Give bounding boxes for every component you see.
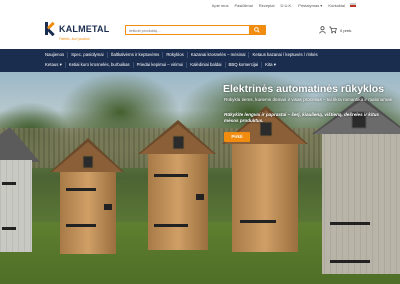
nav-item-grills[interactable]: Šaltkalvėms ir keptuvėms: [108, 52, 164, 58]
top-links: Apie mus Pasiūlimai Receptai D.U.K. Pris…: [212, 3, 345, 8]
site-header: KALMETAL Patirtis, kuri jaudina 0 prek.: [0, 13, 400, 49]
nav-item-other[interactable]: Kita ▾: [262, 62, 279, 68]
hero-buy-button[interactable]: Pirkti: [224, 132, 250, 142]
nav-item-special-offers[interactable]: Spec. pasiūlymai: [68, 52, 108, 58]
cart-icon[interactable]: [329, 26, 337, 34]
nav-item-cast-iron-kazans[interactable]: Ketaus kazanai / keptuvės / rinkės: [249, 52, 320, 58]
top-link-delivery[interactable]: Pristatymas ▾: [298, 3, 322, 8]
top-link-recipes[interactable]: Receptai: [259, 3, 275, 8]
top-link-about[interactable]: Apie mus: [212, 3, 229, 8]
search-input[interactable]: [129, 27, 241, 34]
hero-banner: [0, 72, 400, 284]
hero-text-overlay: [215, 150, 400, 230]
logo-tagline: Patirtis, kuri jaudina: [59, 37, 90, 41]
hero-description: Rūkykla tiems, kuriems dūmas ir visas pr…: [224, 97, 394, 102]
cart-label[interactable]: 0 prek.: [340, 28, 352, 33]
hero-highlight: Rūkykite lengvai ir paprastai – šerį, ki…: [224, 112, 379, 123]
nav-item-furniture[interactable]: Kalėdiniai baldai: [187, 62, 226, 68]
nav-item-news[interactable]: Naujienos: [45, 52, 69, 58]
nav-item-cast-iron[interactable]: Ketaus ▾: [45, 62, 66, 68]
nav-item-smokehouses[interactable]: Rūkyklos: [163, 52, 188, 58]
search-icon: [254, 27, 260, 33]
nav-item-accessories[interactable]: Priedai kepimui – virimui: [134, 62, 188, 68]
search-bar: [125, 25, 266, 35]
logo-text: KALMETAL: [59, 23, 110, 34]
nav-item-kazan-stoves[interactable]: Kazanai krosnelės – mėsinai: [188, 52, 250, 58]
nav-item-fuel-stoves[interactable]: Ketiai kuro krosnelės, burbuikas: [66, 62, 134, 68]
nav-row-2: Ketaus ▾ Ketiai kuro krosnelės, burbuika…: [45, 62, 279, 68]
nav-item-bbq-commercial[interactable]: BBQ komercijai: [226, 62, 263, 68]
top-link-faq[interactable]: D.U.K.: [281, 3, 293, 8]
language-flag-icon[interactable]: [350, 3, 356, 7]
user-icon[interactable]: [319, 26, 326, 34]
logo[interactable]: KALMETAL: [45, 21, 110, 37]
logo-mark-icon: [45, 21, 56, 37]
top-bar: Apie mus Pasiūlimai Receptai D.U.K. Pris…: [0, 0, 400, 13]
search-button[interactable]: [249, 26, 265, 34]
top-link-offers[interactable]: Pasiūlimai: [234, 3, 252, 8]
hero-title: Elektrinės automatinės rūkyklos: [223, 83, 385, 95]
nav-row-1: Naujienos Spec. pasiūlymai Šaltkalvėms i…: [45, 52, 321, 58]
main-nav: Naujienos Spec. pasiūlymai Šaltkalvėms i…: [0, 49, 400, 72]
top-link-contacts[interactable]: Kontaktai: [328, 3, 345, 8]
